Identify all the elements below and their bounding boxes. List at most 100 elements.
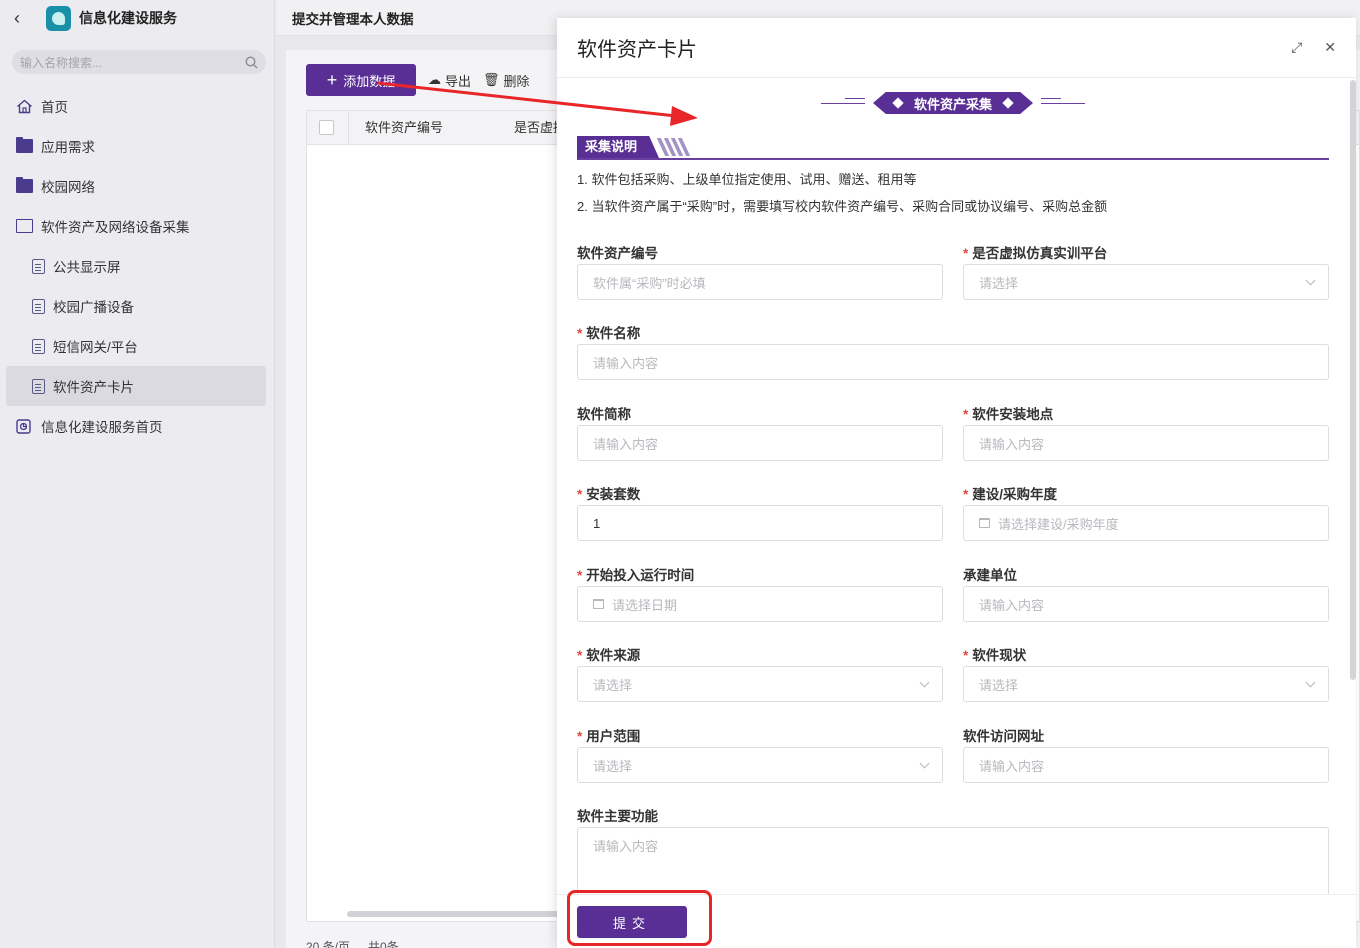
diamond-icon — [1002, 97, 1014, 109]
field-label: * 安装套数 — [577, 487, 641, 502]
year-picker[interactable]: 请选择建设/采购年度 — [963, 505, 1329, 541]
banner-label: 软件资产采集 — [873, 92, 1033, 114]
short-name-input[interactable]: 请输入内容 — [577, 425, 943, 461]
instruction-note: 2. 当软件资产属于“采购”时，需要填写校内软件资产编号、采购合同或协议编号、采… — [577, 199, 1108, 214]
sidebar-item-broadcast[interactable]: 校园广播设备 — [0, 286, 274, 326]
add-data-label: 添加数据 — [343, 73, 396, 89]
field-source: * 软件来源 请选择 — [577, 644, 943, 702]
banner-text: 软件资产采集 — [913, 96, 992, 112]
software-asset-card-dialog: 软件资产卡片 ⤢ ✕ 软件资产采集 采集说明 1. 软件包括采购、上级单位指定使… — [557, 18, 1356, 948]
sidebar-item-label: 校园网络 — [41, 180, 95, 195]
field-scope: * 用户范围 请选择 — [577, 725, 943, 783]
sidebar-item-label: 软件资产及网络设备采集 — [41, 220, 190, 235]
search-placeholder: 输入名称搜索... — [20, 55, 103, 70]
field-label: * 是否虚拟仿真实训平台 — [963, 246, 1108, 261]
input-placeholder: 请输入内容 — [593, 436, 659, 452]
field-name: * 软件名称 请输入内容 — [577, 322, 1329, 380]
select-placeholder: 请选择 — [593, 758, 633, 774]
select-placeholder: 请选择 — [979, 677, 1019, 693]
field-label: * 建设/采购年度 — [963, 487, 1058, 502]
section-header: 采集说明 — [577, 136, 1329, 160]
sidebar-item-label: 首页 — [41, 100, 68, 115]
chevron-down-icon — [1305, 677, 1316, 688]
field-year: * 建设/采购年度 请选择建设/采购年度 — [963, 483, 1329, 541]
contractor-input[interactable]: 请输入内容 — [963, 586, 1329, 622]
sidebar-item-label: 公共显示屏 — [53, 260, 121, 275]
sidebar-item-home[interactable]: 首页 — [0, 86, 274, 126]
field-label: 承建单位 — [963, 568, 1017, 583]
select-placeholder: 请选择 — [593, 677, 633, 693]
add-data-button[interactable]: + 添加数据 — [306, 64, 416, 96]
field-url: 软件访问网址 请输入内容 — [963, 725, 1329, 783]
asset-no-input[interactable]: 软件属“采购”时必填 — [577, 264, 943, 300]
field-label: 软件主要功能 — [577, 809, 658, 824]
document-icon — [32, 258, 45, 274]
virtual-select[interactable]: 请选择 — [963, 264, 1329, 300]
sidebar-item-campus-network[interactable]: 校园网络 — [0, 166, 274, 206]
input-placeholder: 软件属“采购”时必填 — [593, 275, 706, 291]
install-sets-input[interactable]: 1 — [577, 505, 943, 541]
back-icon[interactable]: ‹ — [14, 8, 34, 29]
field-virtual: * 是否虚拟仿真实训平台 请选择 — [963, 242, 1329, 300]
search-icon — [245, 55, 258, 68]
user-scope-select[interactable]: 请选择 — [577, 747, 943, 783]
document-icon — [32, 338, 45, 354]
sidebar-item-sms-gateway[interactable]: 短信网关/平台 — [0, 326, 274, 366]
pagination: 20 条/页 共0条 — [306, 938, 399, 948]
sidebar-item-label: 信息化建设服务首页 — [41, 420, 163, 435]
export-label: 导出 — [445, 73, 472, 89]
app-logo — [46, 5, 71, 31]
input-placeholder: 请输入内容 — [979, 758, 1045, 774]
start-date-picker[interactable]: 请选择日期 — [577, 586, 943, 622]
sidebar-item-label: 短信网关/平台 — [53, 340, 138, 355]
field-label: 软件资产编号 — [577, 246, 658, 261]
expand-icon[interactable]: ⤢ — [1291, 39, 1302, 56]
field-contractor: 承建单位 请输入内容 — [963, 564, 1329, 622]
dashboard-icon — [16, 419, 33, 434]
url-input[interactable]: 请输入内容 — [963, 747, 1329, 783]
input-placeholder: 请选择日期 — [612, 597, 678, 613]
input-placeholder: 请选择建设/采购年度 — [998, 516, 1119, 532]
plus-icon: + — [326, 69, 338, 90]
field-location: * 软件安装地点 请输入内容 — [963, 403, 1329, 461]
instruction-note: 1. 软件包括采购、上级单位指定使用、试用、赠送、租用等 — [577, 172, 917, 187]
app-header: ‹ 信息化建设服务 — [0, 0, 274, 36]
dialog-scrollbar[interactable] — [1350, 80, 1356, 680]
sidebar-item-software-assets-group[interactable]: 软件资产及网络设备采集 — [0, 206, 274, 246]
field-label: 软件访问网址 — [963, 729, 1044, 744]
field-sets: * 安装套数 1 — [577, 483, 943, 541]
input-placeholder: 请输入内容 — [593, 355, 659, 371]
sidebar-search-input[interactable]: 输入名称搜索... — [12, 50, 266, 74]
field-status: * 软件现状 请选择 — [963, 644, 1329, 702]
delete-button[interactable]: 🗑 删除 — [483, 71, 530, 90]
source-select[interactable]: 请选择 — [577, 666, 943, 702]
banner-ornament — [821, 97, 865, 104]
document-icon — [32, 298, 45, 314]
field-label: * 软件来源 — [577, 648, 641, 663]
location-input[interactable]: 请输入内容 — [963, 425, 1329, 461]
close-icon[interactable]: ✕ — [1324, 39, 1336, 56]
column-header-asset-no[interactable]: 软件资产编号 — [348, 110, 498, 145]
select-all-checkbox[interactable] — [319, 120, 334, 135]
diamond-icon — [892, 97, 904, 109]
field-label: * 软件现状 — [963, 648, 1027, 663]
section-title: 采集说明 — [577, 136, 659, 158]
sidebar-item-app-requirements[interactable]: 应用需求 — [0, 126, 274, 166]
page-size-select[interactable]: 20 条/页 — [306, 938, 350, 948]
sidebar-item-service-home[interactable]: 信息化建设服务首页 — [0, 406, 274, 446]
input-value: 1 — [593, 515, 601, 531]
input-placeholder: 请输入内容 — [979, 597, 1045, 613]
status-select[interactable]: 请选择 — [963, 666, 1329, 702]
field-label: * 用户范围 — [577, 729, 641, 744]
software-name-input[interactable]: 请输入内容 — [577, 344, 1329, 380]
form-banner: 软件资产采集 — [821, 92, 1085, 114]
input-placeholder: 请输入内容 — [979, 436, 1045, 452]
sidebar-item-public-display[interactable]: 公共显示屏 — [0, 246, 274, 286]
dialog-header: 软件资产卡片 ⤢ ✕ — [557, 18, 1356, 78]
sidebar-item-label: 应用需求 — [41, 140, 95, 155]
folder-open-icon — [16, 219, 33, 233]
sidebar-item-software-asset-card[interactable]: 软件资产卡片 — [6, 366, 266, 406]
highlight-box — [567, 890, 712, 946]
calendar-icon — [593, 599, 604, 609]
export-button[interactable]: ☁ 导出 — [428, 71, 471, 90]
